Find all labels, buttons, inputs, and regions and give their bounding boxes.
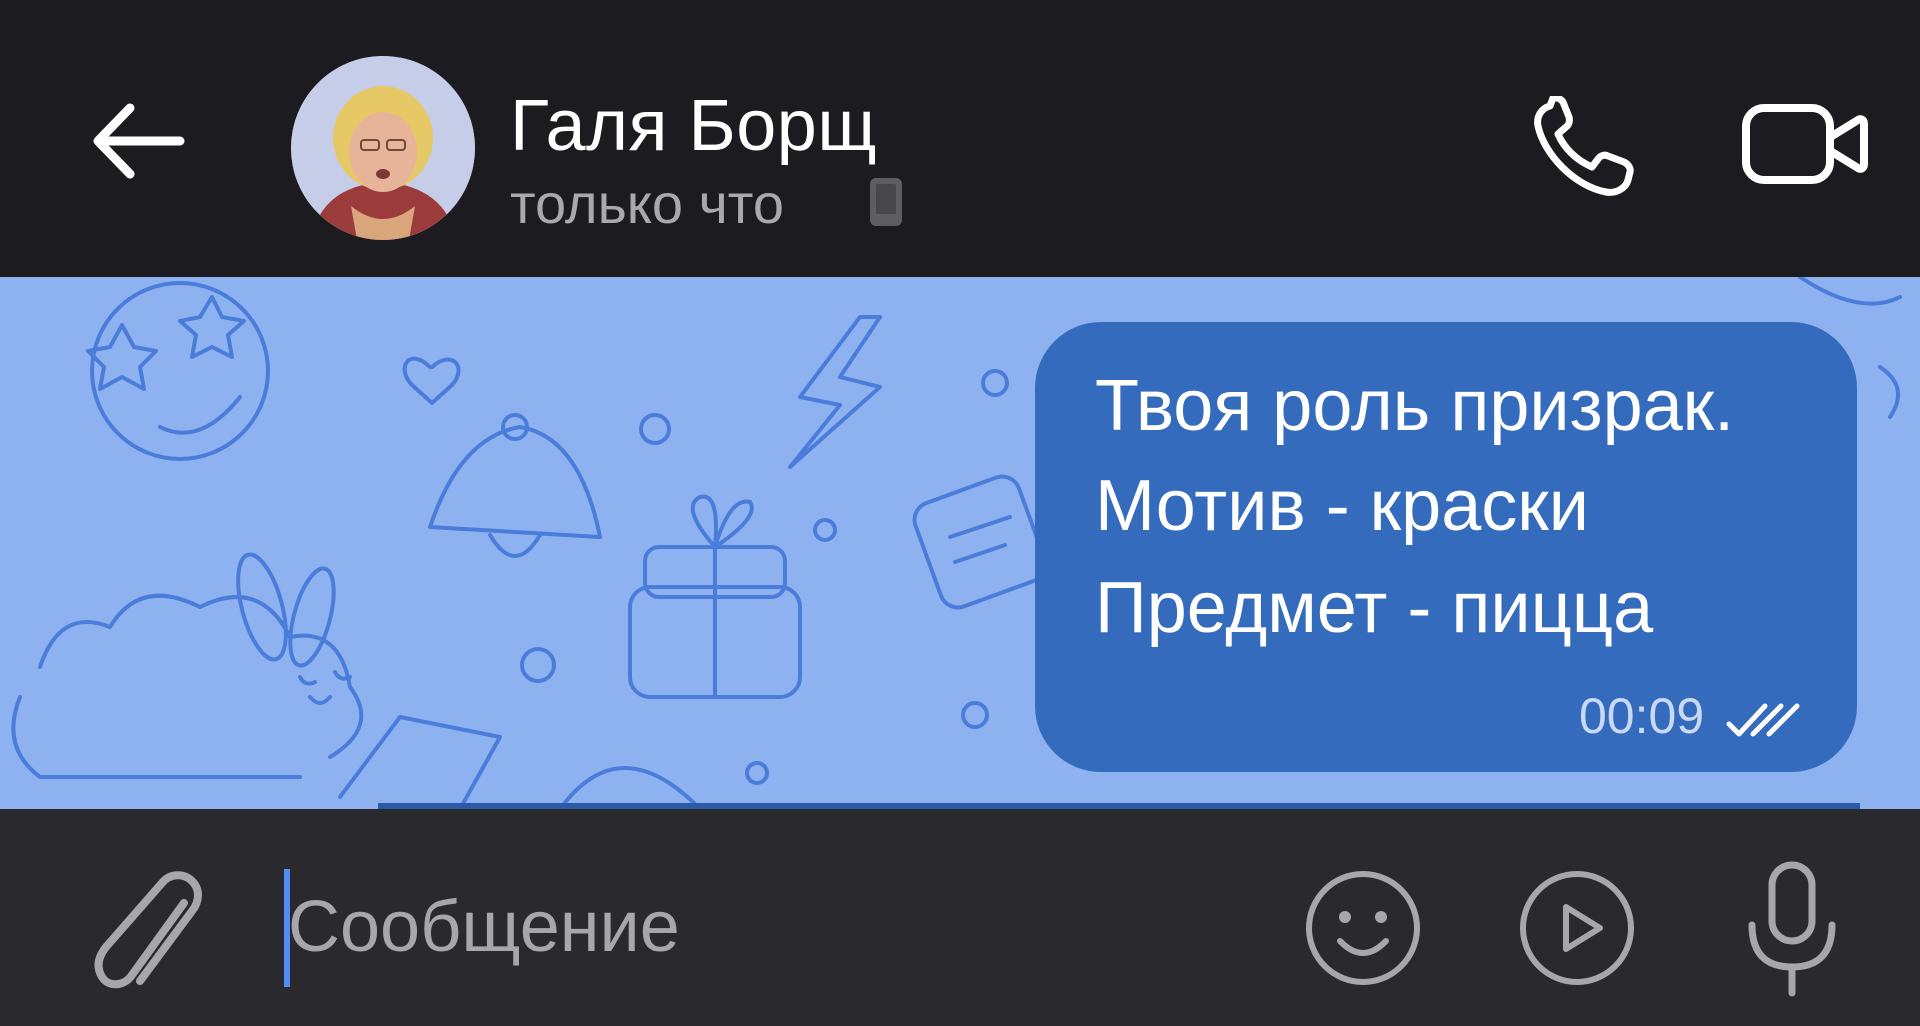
phone-icon[interactable] bbox=[1528, 96, 1644, 200]
outgoing-message-bubble[interactable]: Твоя роль призрак. Мотив - краски Предме… bbox=[1035, 322, 1857, 772]
message-time: 00:09 bbox=[1579, 688, 1705, 744]
contact-avatar[interactable] bbox=[291, 56, 475, 240]
message-text-line: Предмет - пицца bbox=[1095, 568, 1654, 648]
double-check-read-icon bbox=[1726, 703, 1800, 737]
back-arrow-icon[interactable] bbox=[88, 96, 188, 186]
smile-icon[interactable] bbox=[1304, 869, 1422, 987]
play-circle-icon[interactable] bbox=[1518, 869, 1636, 987]
message-input-bar bbox=[0, 809, 1920, 1026]
chat-area[interactable]: Твоя роль призрак. Мотив - краски Предме… bbox=[0, 277, 1920, 809]
paperclip-icon[interactable] bbox=[84, 859, 204, 999]
avatar-photo bbox=[291, 56, 475, 240]
chat-header: Галя Борщ только что bbox=[0, 0, 1920, 277]
video-camera-icon[interactable] bbox=[1740, 96, 1870, 192]
phone-device-icon bbox=[870, 178, 902, 226]
message-text-line: Мотив - краски bbox=[1095, 466, 1589, 546]
contact-status: только что bbox=[510, 172, 784, 235]
message-input[interactable] bbox=[288, 877, 1248, 977]
contact-name[interactable]: Галя Борщ bbox=[510, 86, 877, 166]
microphone-icon[interactable] bbox=[1738, 859, 1846, 999]
message-text-line: Твоя роль призрак. bbox=[1095, 366, 1735, 446]
